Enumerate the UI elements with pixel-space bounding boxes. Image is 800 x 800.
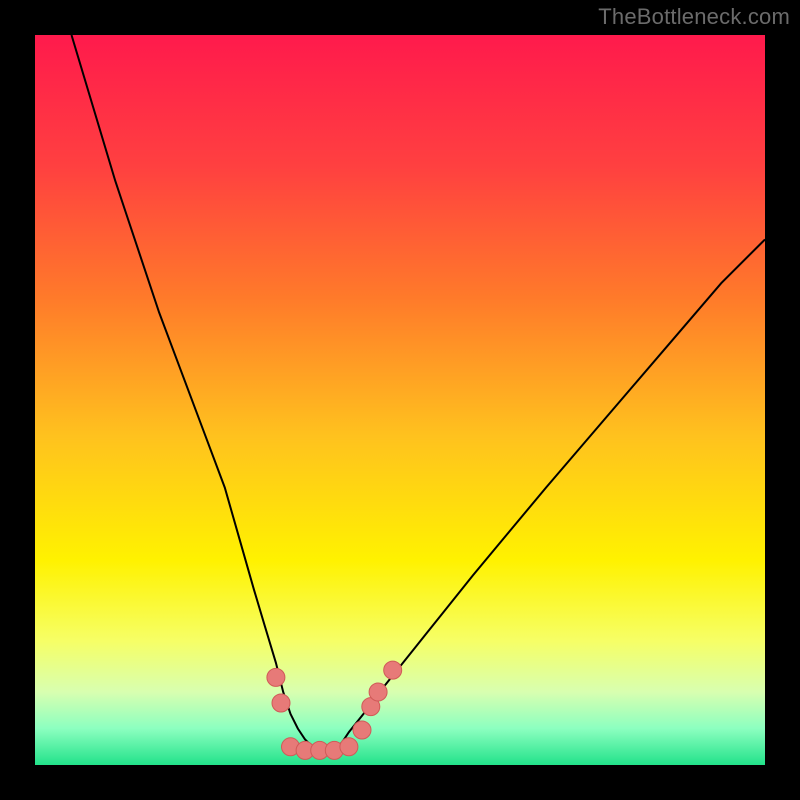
marker-point [369, 683, 387, 701]
marker-point [384, 661, 402, 679]
watermark-text: TheBottleneck.com [598, 4, 790, 30]
chart-svg [35, 35, 765, 765]
marker-point [267, 668, 285, 686]
marker-point [272, 694, 290, 712]
chart-background [35, 35, 765, 765]
chart-frame: TheBottleneck.com [0, 0, 800, 800]
marker-point [353, 721, 371, 739]
plot-area [35, 35, 765, 765]
marker-point [340, 738, 358, 756]
